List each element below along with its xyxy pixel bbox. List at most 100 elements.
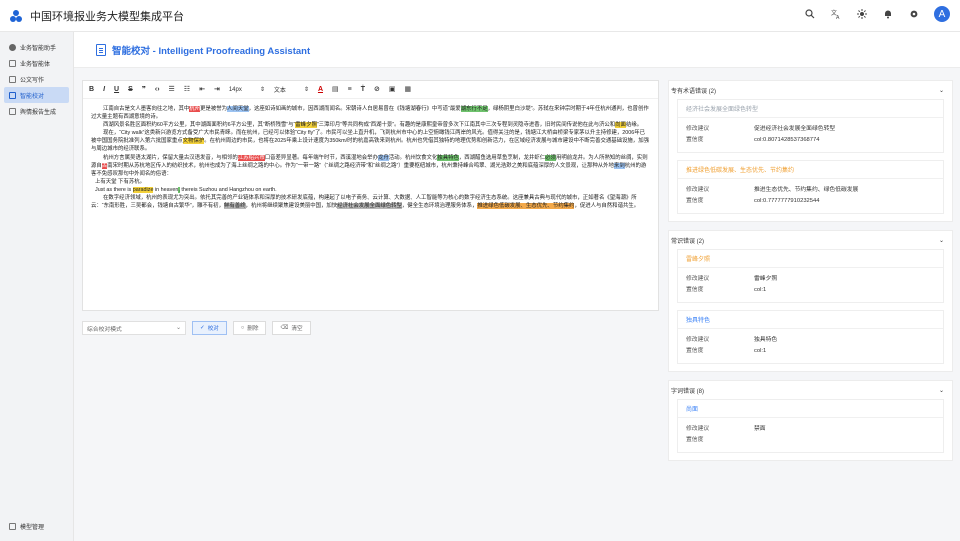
- error-card[interactable]: 经济社会发展全面绿色转型 修改建议 促进经济社会发展全面绿色转型 置信度 col:0.8…: [677, 99, 944, 153]
- strikethrough-icon[interactable]: S: [128, 86, 133, 93]
- sun-icon[interactable]: [856, 8, 868, 20]
- error-highlight[interactable]: 人间天堂: [227, 106, 249, 112]
- error-highlight[interactable]: 来到: [613, 162, 625, 169]
- error-group-title: 字词错误 (8): [671, 388, 705, 395]
- image-icon[interactable]: ▣: [389, 86, 396, 93]
- error-card-body: 修改建议 禁面 置信度: [678, 418, 943, 452]
- error-group-header[interactable]: 字词错误 (8) ⌄: [669, 381, 952, 399]
- sidebar-item-label: 公文写作: [20, 77, 45, 84]
- sidebar-item-model-management[interactable]: 模型管理: [4, 519, 70, 533]
- confidence-value: col:0.8071428537368774: [754, 137, 820, 143]
- quote-icon[interactable]: ❞: [142, 86, 146, 93]
- error-highlight[interactable]: 独具特色: [437, 154, 459, 161]
- error-highlight[interactable]: 杭州: [189, 106, 201, 112]
- text-run: ，西湖醋鱼选用草鱼烹制，龙井虾仁: [458, 154, 546, 161]
- text-run: 结缘。: [625, 122, 643, 129]
- text-run: 口音差异显著。每年端午时节，西溪湿地会举办: [264, 154, 378, 161]
- check-icon: ✓: [200, 325, 205, 331]
- editor-paragraph: Just as there is paradize in heaven, the…: [91, 186, 650, 194]
- error-word: 尚面: [678, 400, 943, 418]
- suggestion-label: 修改建议: [686, 337, 710, 343]
- table-icon[interactable]: ▦: [405, 86, 412, 93]
- indent-icon[interactable]: ⇥: [214, 86, 220, 93]
- italic-icon[interactable]: I: [103, 86, 105, 93]
- remove-marks-button[interactable]: ○ 删除: [232, 321, 267, 335]
- editor-paragraph: 江南自古是文人墨客向往之地，其中杭州更是被誉为人间天堂，这座如诗如画的城市，因西…: [91, 105, 650, 121]
- error-group-header[interactable]: 常识错误 (2) ⌄: [669, 231, 952, 249]
- error-highlight[interactable]: 龙舟: [377, 154, 389, 161]
- code-icon[interactable]: ‹›: [155, 86, 160, 93]
- notification-icon[interactable]: [882, 8, 894, 20]
- main-area: 智能校对 - Intelligent Proofreading Assistan…: [74, 32, 960, 541]
- underline-icon[interactable]: U: [114, 86, 119, 93]
- text-type-select[interactable]: 文本 ⇕: [274, 85, 309, 94]
- error-highlight[interactable]: 文物保护: [182, 138, 205, 145]
- error-card-body: 修改建议 促进经济社会发展全面绿色转型 置信度 col:0.8071428537368…: [678, 118, 943, 152]
- error-highlight[interactable]: 尚面: [615, 122, 626, 129]
- error-highlight[interactable]: 鲜有善终: [223, 203, 246, 210]
- proofread-button[interactable]: ✓ 校对: [192, 321, 227, 335]
- suggestion-label: 修改建议: [686, 276, 710, 282]
- chevron-down-icon[interactable]: ⌄: [939, 87, 944, 94]
- grid-icon: [9, 75, 16, 83]
- align-icon[interactable]: ≡: [348, 86, 352, 93]
- confidence-label: 置信度: [686, 437, 704, 443]
- error-highlight[interactable]: 江苏绍兴市: [237, 154, 265, 161]
- error-card[interactable]: 雷峰夕照 修改建议 雷峰夕照 置信度 col:1: [677, 249, 944, 303]
- error-card[interactable]: 尚面 修改建议 禁面 置信度: [677, 399, 944, 453]
- chevron-down-icon[interactable]: ⌄: [939, 237, 944, 244]
- mode-select[interactable]: 综合校对模式 ⌄: [82, 321, 186, 335]
- confidence-value: col:1: [754, 287, 767, 293]
- font-color-icon[interactable]: A: [318, 86, 323, 93]
- text-run: 西湖风景名胜区面积约60平方公里，其中湖面面积约6平方公里，其”断桥残雪”与“: [103, 122, 296, 129]
- error-highlight[interactable]: 必须: [545, 154, 556, 161]
- error-highlight[interactable]: 经济社会发展全面绿色转型: [337, 203, 402, 210]
- page-title: 智能校对 - Intelligent Proofreading Assistan…: [112, 45, 311, 57]
- ordered-list-icon[interactable]: ☰: [169, 86, 175, 93]
- svg-text:A: A: [836, 15, 840, 19]
- error-highlight[interactable]: 雷峰夕照: [295, 122, 317, 129]
- translate-icon[interactable]: 文A: [830, 8, 842, 20]
- user-avatar[interactable]: A: [934, 6, 950, 22]
- error-card[interactable]: 推进绿色低碳发展、生态优先、节约集约 修改建议 推进生态优先、节约集约、绿色低碳发展…: [677, 160, 944, 214]
- outdent-icon[interactable]: ⇤: [199, 86, 205, 93]
- text-run: ，促进人与自然和谐共生。: [574, 203, 640, 210]
- grid-icon: [9, 107, 16, 115]
- circle-icon: ○: [240, 325, 245, 331]
- editor-paragraph: 西湖风景名胜区面积约60平方公里，其中湖面面积约6平方公里，其”断桥残雪”与“雷…: [91, 121, 650, 129]
- text-run: Just as there is: [95, 186, 133, 193]
- sidebar-item-proofreading[interactable]: 智能校对: [4, 87, 69, 103]
- bold-icon[interactable]: B: [89, 86, 94, 93]
- sidebar-item-agents[interactable]: 业务智能体: [4, 55, 69, 71]
- sidebar-item-label: 业务智能体: [20, 61, 51, 68]
- highlight-icon[interactable]: ▤: [332, 86, 339, 93]
- settings-icon[interactable]: [908, 8, 920, 20]
- bullet-list-icon[interactable]: ☷: [184, 86, 190, 93]
- error-card-body: 修改建议 推进生态优先、节约集约、绿色低碳发展 置信度 col:0.777777791…: [678, 179, 943, 213]
- select-arrow-icon: ⇕: [303, 87, 309, 93]
- error-highlight[interactable]: 推进绿色低碳发展、生态优先、节约集约: [477, 203, 575, 210]
- document-icon: [96, 43, 106, 56]
- sidebar-item-report[interactable]: 舆情报告生成: [4, 103, 69, 119]
- chevron-down-icon[interactable]: ⌄: [939, 387, 944, 394]
- error-group: 常识错误 (2) ⌄ 雷峰夕照 修改建议 雷峰夕照 置信度 col:1 独具特色 修改建议 独具特…: [668, 230, 953, 372]
- sidebar-item-label: 业务智能助手: [20, 45, 57, 52]
- link-icon[interactable]: ⊘: [374, 86, 380, 93]
- error-highlight[interactable]: paradize: [132, 186, 154, 193]
- error-word: 经济社会发展全面绿色转型: [678, 100, 943, 118]
- search-icon[interactable]: [804, 8, 816, 20]
- text-run: ，健全生态环境治理服务体系，: [401, 203, 478, 210]
- confidence-label: 置信度: [686, 348, 704, 354]
- error-group-header[interactable]: 专有术语错误 (2) ⌄: [669, 81, 952, 99]
- clear-button[interactable]: ⌫ 清空: [272, 321, 311, 335]
- error-card-body: 修改建议 独具特色 置信度 col:1: [678, 329, 943, 363]
- clear-format-icon[interactable]: Ṫ: [361, 86, 365, 93]
- error-group-title: 专有术语错误 (2): [671, 88, 717, 95]
- error-card[interactable]: 独具特色 修改建议 独具特色 置信度 col:1: [677, 310, 944, 364]
- sidebar-item-writing[interactable]: 公文写作: [4, 71, 69, 87]
- text-run: 江南自古是文人墨客向往之地，其中: [103, 106, 190, 112]
- error-highlight[interactable]: 湖东行不足: [460, 106, 488, 112]
- editor-content[interactable]: 江南自古是文人墨客向往之地，其中杭州更是被誉为人间天堂，这座如诗如画的城市，因西…: [83, 99, 658, 311]
- font-size-select[interactable]: 14px ⇕: [229, 86, 265, 94]
- sidebar-item-assistant[interactable]: 业务智能助手: [4, 39, 69, 55]
